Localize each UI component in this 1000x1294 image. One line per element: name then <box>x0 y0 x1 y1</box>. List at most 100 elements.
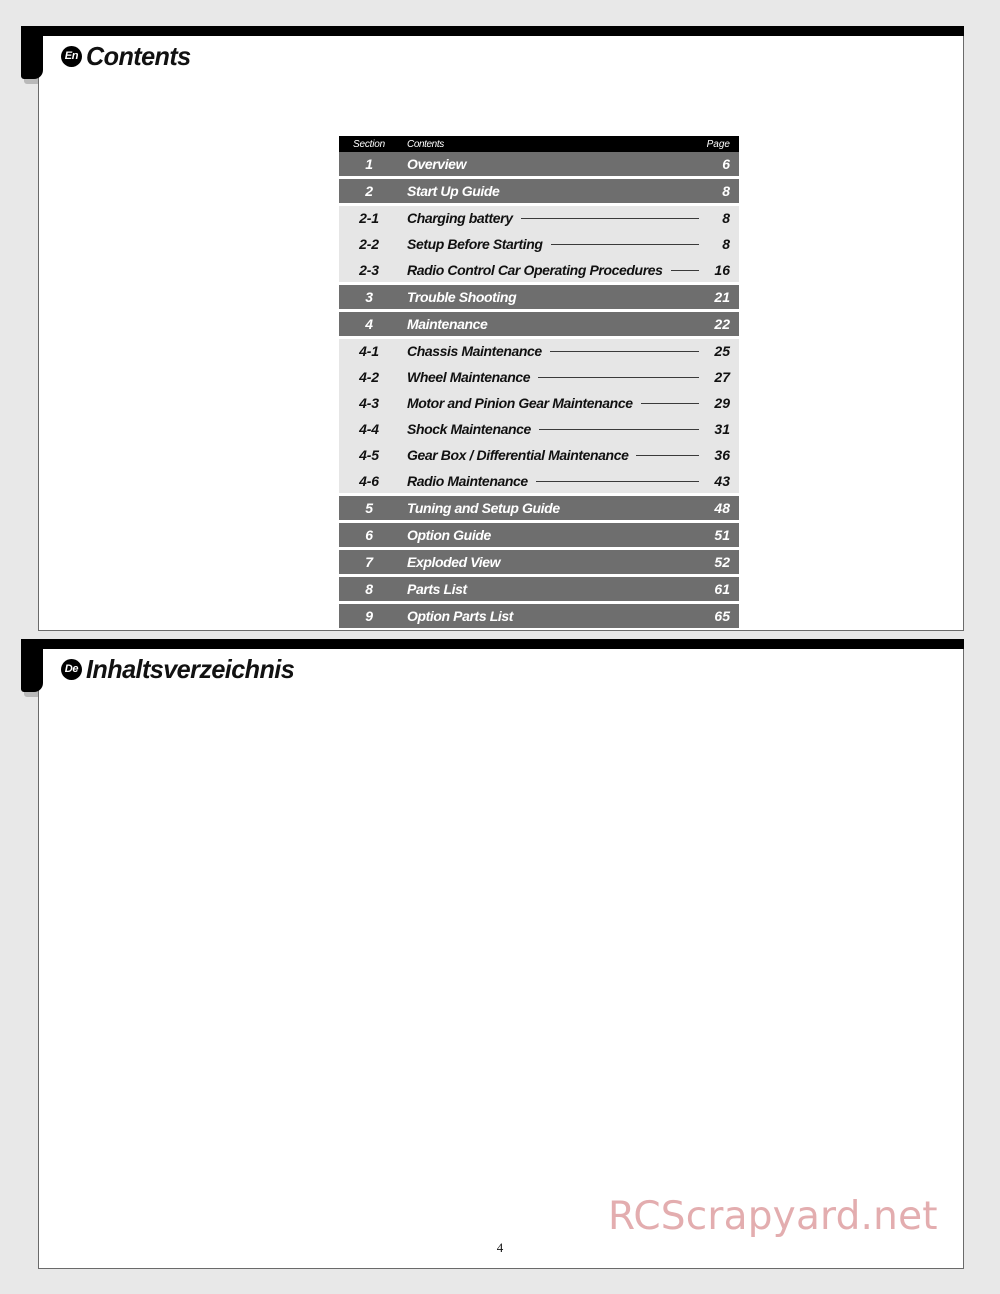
toc-page-number: 36 <box>714 447 730 463</box>
toc-entry-title: Charging battery <box>397 210 705 226</box>
toc-section-number: 4 <box>365 316 373 332</box>
toc-entry-label: Radio Control Car Operating Procedures <box>407 262 663 278</box>
toc-page-number: 52 <box>714 554 730 570</box>
toc-row[interactable]: 4-6 Radio Maintenance 43 <box>339 469 739 493</box>
toc-entry-label: Tuning and Setup Guide <box>407 500 560 516</box>
toc-entry-title: Chassis Maintenance <box>397 343 705 359</box>
toc-row[interactable]: 4-4 Shock Maintenance 31 <box>339 417 739 441</box>
toc-section-number: 4-1 <box>359 343 379 359</box>
toc-entry-label: Trouble Shooting <box>407 289 517 305</box>
toc-entry-title: Shock Maintenance <box>397 421 705 437</box>
toc-row[interactable]: 8 Parts List 61 <box>339 577 739 601</box>
toc-section-number: 6 <box>365 527 373 543</box>
toc-leader-line <box>550 243 699 245</box>
toc-page-number: 8 <box>722 236 730 252</box>
toc-leader-line <box>670 269 699 271</box>
toc-header-row: Section Contents Page <box>339 136 739 152</box>
toc-entry-title: Option Guide <box>397 527 705 543</box>
toc-section-number: 4-6 <box>359 473 379 489</box>
toc-row[interactable]: 4-5 Gear Box / Differential Maintenance 36 <box>339 443 739 467</box>
toc-page-number: 51 <box>714 527 730 543</box>
panel-top-bar <box>38 639 964 649</box>
page-title-english: Contents <box>86 41 191 71</box>
toc-row[interactable]: 5 Tuning and Setup Guide 48 <box>339 496 739 520</box>
toc-row[interactable]: 9 Option Parts List 65 <box>339 604 739 628</box>
toc-entry-label: Overview <box>407 156 467 172</box>
toc-entry-label: Motor and Pinion Gear Maintenance <box>407 395 633 411</box>
toc-page-number: 48 <box>714 500 730 516</box>
toc-row[interactable]: 2-1 Charging battery 8 <box>339 206 739 230</box>
toc-section-number: 5 <box>365 500 373 516</box>
toc-entry-title: Trouble Shooting <box>397 289 705 305</box>
toc-row[interactable]: 2 Start Up Guide 8 <box>339 179 739 203</box>
toc-entry-title: Setup Before Starting <box>397 236 705 252</box>
section-heading-german: De Inhaltsverzeichnis <box>61 654 301 685</box>
toc-entry-label: Wheel Maintenance <box>407 369 531 385</box>
language-badge-de: De <box>61 659 82 680</box>
toc-leader-line <box>640 402 699 404</box>
toc-section-number: 1 <box>365 156 373 172</box>
toc-page-number: 25 <box>714 343 730 359</box>
toc-leader-line <box>535 480 699 482</box>
toc-entry-title: Maintenance <box>397 316 705 332</box>
toc-entry-label: Parts List <box>407 581 467 597</box>
toc-row[interactable]: 1 Overview 6 <box>339 152 739 176</box>
toc-entry-label: Gear Box / Differential Maintenance <box>407 447 629 463</box>
section-heading-english: En Contents <box>61 41 194 72</box>
toc-entry-label: Option Parts List <box>407 608 513 624</box>
toc-page-number: 27 <box>714 369 730 385</box>
toc-entry-title: Radio Maintenance <box>397 473 705 489</box>
toc-page-number: 8 <box>722 183 730 199</box>
toc-section-number: 2-1 <box>359 210 379 226</box>
contents-panel-german: De Inhaltsverzeichnis AbschnittInhaltSei… <box>21 639 964 1269</box>
toc-section-number: 2 <box>365 183 373 199</box>
toc-entry-label: Option Guide <box>407 527 491 543</box>
toc-page-number: 61 <box>714 581 730 597</box>
language-badge-en: En <box>61 46 82 67</box>
toc-row[interactable]: 4-2 Wheel Maintenance 27 <box>339 365 739 389</box>
toc-section-number: 4-3 <box>359 395 379 411</box>
toc-header-section: Section <box>353 138 385 150</box>
toc-section-number: 2-3 <box>359 262 379 278</box>
toc-page-number: 21 <box>714 289 730 305</box>
toc-page-number: 6 <box>722 156 730 172</box>
toc-row[interactable]: 4-3 Motor and Pinion Gear Maintenance 29 <box>339 391 739 415</box>
toc-row[interactable]: 2-3 Radio Control Car Operating Procedure… <box>339 258 739 282</box>
toc-section-number: 2-2 <box>359 236 379 252</box>
toc-entry-title: Radio Control Car Operating Procedures <box>397 262 705 278</box>
toc-entry-title: Option Parts List <box>397 608 705 624</box>
toc-section-number: 7 <box>365 554 373 570</box>
toc-row[interactable]: 4-1 Chassis Maintenance 25 <box>339 339 739 363</box>
toc-row[interactable]: 6 Option Guide 51 <box>339 523 739 547</box>
toc-page-number: 8 <box>722 210 730 226</box>
toc-leader-line <box>520 217 699 219</box>
toc-section-number: 8 <box>365 581 373 597</box>
toc-entry-label: Setup Before Starting <box>407 236 543 252</box>
panel-bookmark-tab <box>21 26 43 79</box>
toc-entry-label: Start Up Guide <box>407 183 500 199</box>
toc-entry-title: Exploded View <box>397 554 705 570</box>
manual-page: En Contents Section Contents Page 1 Overview… <box>0 0 1000 1294</box>
toc-row[interactable]: 2-2 Setup Before Starting 8 <box>339 232 739 256</box>
toc-entry-title: Tuning and Setup Guide <box>397 500 705 516</box>
toc-section-number: 4-5 <box>359 447 379 463</box>
panel-bookmark-tab <box>21 639 43 692</box>
toc-entry-label: Radio Maintenance <box>407 473 528 489</box>
toc-entry-label: Exploded View <box>407 554 501 570</box>
toc-page-number: 22 <box>714 316 730 332</box>
toc-entry-label: Shock Maintenance <box>407 421 531 437</box>
toc-entry-title: Parts List <box>397 581 705 597</box>
toc-section-number: 3 <box>365 289 373 305</box>
toc-entry-title: Motor and Pinion Gear Maintenance <box>397 395 705 411</box>
toc-row[interactable]: 3 Trouble Shooting 21 <box>339 285 739 309</box>
table-of-contents-english: Section Contents Page 1 Overview 6 2 Start Up G… <box>339 136 739 628</box>
toc-row[interactable]: 7 Exploded View 52 <box>339 550 739 574</box>
toc-row[interactable]: 4 Maintenance 22 <box>339 312 739 336</box>
toc-entry-title: Wheel Maintenance <box>397 369 705 385</box>
toc-entry-title: Gear Box / Differential Maintenance <box>397 447 705 463</box>
panel-top-bar <box>38 26 964 36</box>
toc-leader-line <box>636 454 699 456</box>
toc-entry-title: Start Up Guide <box>397 183 705 199</box>
toc-entry-title: Overview <box>397 156 705 172</box>
toc-header-page: Page <box>706 138 730 150</box>
